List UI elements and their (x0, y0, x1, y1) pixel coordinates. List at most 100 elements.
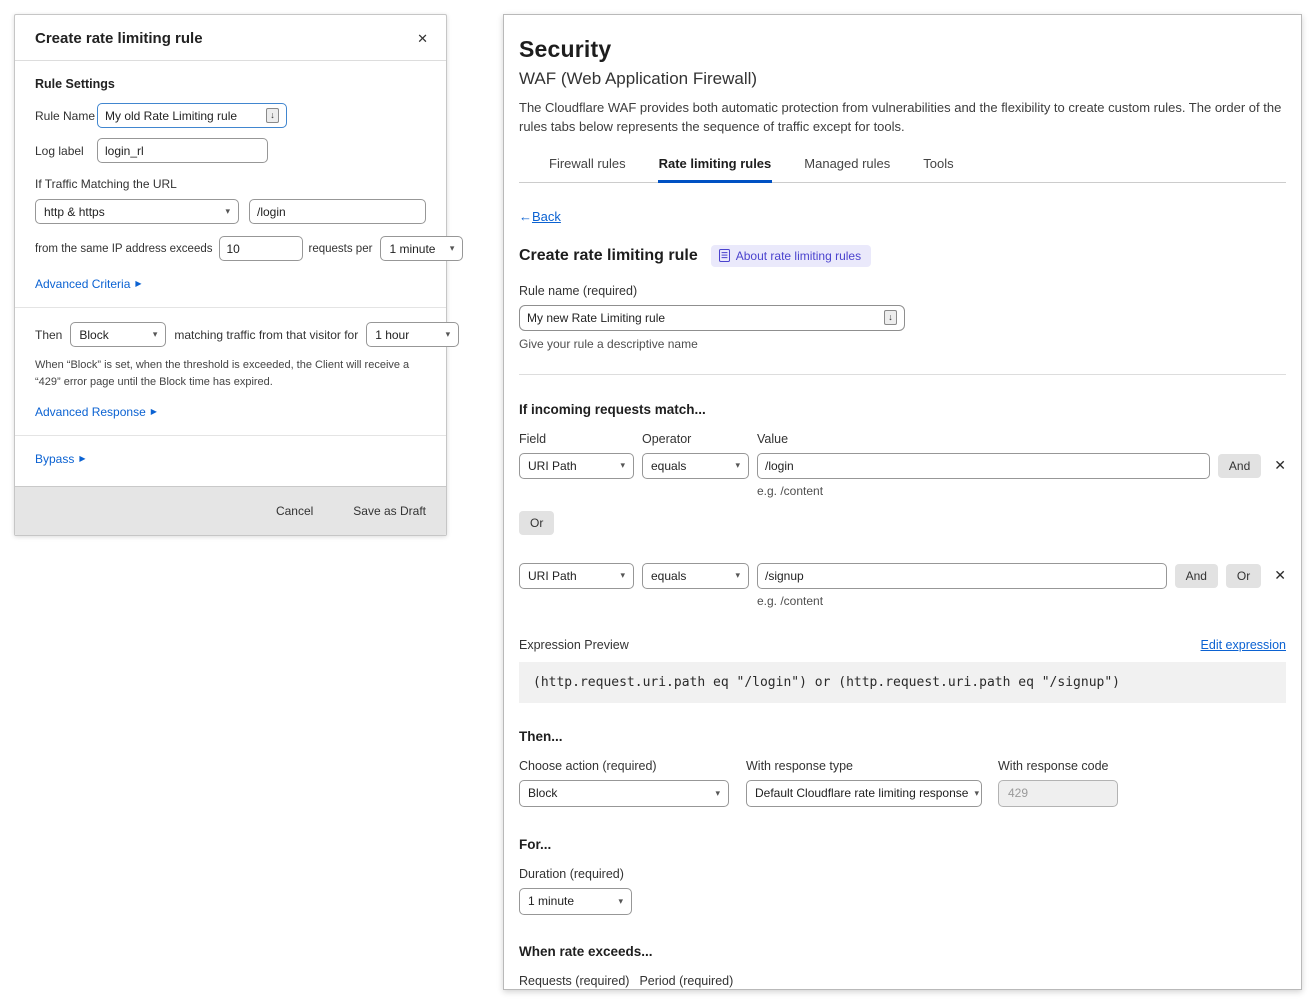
for-section-title: For... (519, 837, 1286, 852)
autofill-icon[interactable]: ↓ (266, 108, 279, 123)
about-rate-limiting-badge[interactable]: About rate limiting rules (711, 245, 871, 267)
page-title: Security (519, 36, 1286, 63)
rate-section-title: When rate exceeds... (519, 944, 1286, 959)
chevron-down-icon: ▾ (153, 329, 158, 340)
rule-name-label: Rule Name (35, 109, 97, 123)
value-field (757, 563, 1167, 589)
triangle-right-icon: ▶ (135, 280, 141, 288)
rule-name-input[interactable] (105, 109, 260, 123)
advanced-criteria-link[interactable]: Advanced Criteria ▶ (35, 277, 142, 291)
or-button[interactable]: Or (1226, 564, 1261, 588)
chevron-down-icon: ▾ (620, 570, 625, 581)
and-button[interactable]: And (1175, 564, 1218, 588)
operator-column-label: Operator (642, 432, 757, 446)
chevron-down-icon: ▾ (618, 896, 623, 907)
triangle-right-icon: ▶ (79, 455, 85, 463)
condition-row: URI Path ▾ equals ▾ And Or ✕ (519, 563, 1286, 589)
field-select[interactable]: URI Path ▾ (519, 453, 634, 479)
response-code-input (998, 780, 1118, 807)
or-connective-button[interactable]: Or (519, 511, 554, 535)
then-text: Then (35, 328, 62, 342)
response-type-select[interactable]: Default Cloudflare rate limiting respons… (746, 780, 982, 807)
rule-name-input[interactable] (527, 311, 878, 325)
for-section: For... Duration (required) 1 minute ▾ (519, 837, 1286, 915)
period-select[interactable]: 1 minute ▾ (380, 236, 463, 261)
traffic-match-label: If Traffic Matching the URL (35, 177, 426, 191)
tab-tools[interactable]: Tools (922, 150, 954, 183)
url-input[interactable] (257, 205, 418, 219)
remove-condition-icon[interactable]: ✕ (1274, 457, 1286, 474)
rate-controls: Requests (required) Period (required) 1 … (519, 974, 1286, 990)
chevron-down-icon: ▾ (450, 243, 455, 254)
back-arrow-icon: ← (519, 209, 532, 224)
value-hint: e.g. /content (757, 594, 1286, 608)
tab-firewall-rules[interactable]: Firewall rules (548, 150, 627, 183)
rules-tabs: Firewall rules Rate limiting rules Manag… (519, 150, 1286, 183)
log-label-input[interactable] (105, 144, 260, 158)
field-select[interactable]: URI Path ▾ (519, 563, 634, 589)
bypass-link[interactable]: Bypass ▶ (35, 452, 86, 466)
operator-select[interactable]: equals ▾ (642, 563, 749, 589)
remove-condition-icon[interactable]: ✕ (1274, 567, 1286, 584)
log-label-field-wrap (97, 138, 268, 163)
tab-managed-rules[interactable]: Managed rules (803, 150, 891, 183)
screen: Create rate limiting rule ✕ Rule Setting… (0, 0, 1316, 1003)
field-column-label: Field (519, 432, 642, 446)
rule-name-help: Give your rule a descriptive name (519, 337, 1286, 351)
expression-preview: (http.request.uri.path eq "/login") or (… (519, 662, 1286, 703)
document-icon (719, 249, 730, 262)
edit-expression-link[interactable]: Edit expression (1201, 638, 1286, 652)
chevron-down-icon: ▾ (735, 570, 740, 581)
ban-duration-select[interactable]: 1 hour ▾ (366, 322, 459, 347)
url-field-wrap (249, 199, 426, 224)
condition-column-labels: Field Operator Value (519, 432, 1286, 446)
autofill-icon[interactable]: ↓ (884, 310, 897, 325)
dialog-title: Create rate limiting rule (35, 30, 203, 47)
requests-field-wrap (219, 236, 303, 261)
dialog-body: Rule Settings Rule Name ↓ Log label If T… (15, 61, 446, 486)
action-select[interactable]: Block ▾ (519, 780, 729, 807)
match-section-title: If incoming requests match... (519, 402, 1286, 417)
chevron-down-icon: ▾ (974, 788, 979, 799)
duration-select[interactable]: 1 minute ▾ (519, 888, 632, 915)
threshold-row: from the same IP address exceeds request… (35, 236, 426, 261)
then-controls: Choose action (required) Block ▾ With re… (519, 759, 1286, 807)
action-select[interactable]: Block ▾ (70, 322, 166, 347)
form-title-row: Create rate limiting rule About rate lim… (519, 245, 1286, 267)
value-input[interactable] (765, 569, 1159, 583)
back-link[interactable]: ←Back (519, 209, 561, 224)
chevron-down-icon: ▾ (446, 329, 451, 340)
value-input[interactable] (765, 459, 1202, 473)
period-label: Period (required) (639, 974, 746, 988)
advanced-response-link[interactable]: Advanced Response ▶ (35, 405, 157, 419)
divider (15, 435, 446, 436)
requests-label: Requests (required) (519, 974, 629, 988)
form-title: Create rate limiting rule (519, 247, 698, 265)
requests-input[interactable] (227, 242, 295, 256)
rule-name-field-wrap: ↓ (97, 103, 287, 128)
chevron-down-icon: ▾ (620, 460, 625, 471)
divider (15, 307, 446, 308)
and-button[interactable]: And (1218, 454, 1261, 478)
exceeds-text: from the same IP address exceeds (35, 243, 213, 255)
response-type-label: With response type (746, 759, 982, 773)
rule-name-field: ↓ (519, 305, 905, 331)
log-label-label: Log label (35, 144, 97, 158)
chevron-down-icon: ▾ (225, 206, 230, 217)
operator-select[interactable]: equals ▾ (642, 453, 749, 479)
value-field (757, 453, 1210, 479)
value-hint: e.g. /content (757, 484, 1286, 498)
chevron-down-icon: ▾ (735, 460, 740, 471)
divider (519, 374, 1286, 375)
duration-label: Duration (required) (519, 867, 1286, 881)
url-match-row: http & https ▾ (35, 199, 426, 224)
dialog-footer: Cancel Save as Draft (15, 486, 446, 535)
cancel-button[interactable]: Cancel (276, 504, 313, 518)
close-icon[interactable]: ✕ (417, 32, 428, 45)
response-code-label: With response code (998, 759, 1118, 773)
scheme-select[interactable]: http & https ▾ (35, 199, 239, 224)
tab-rate-limiting-rules[interactable]: Rate limiting rules (658, 150, 773, 183)
save-as-draft-button[interactable]: Save as Draft (353, 504, 426, 518)
choose-action-label: Choose action (required) (519, 759, 729, 773)
expression-preview-label: Expression Preview (519, 638, 629, 652)
